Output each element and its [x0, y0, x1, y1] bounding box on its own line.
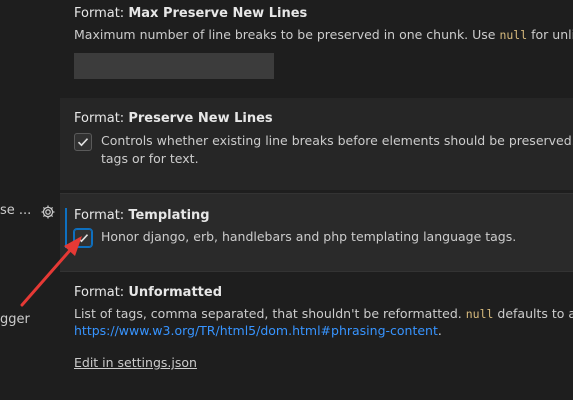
description-text: for unlimited.	[531, 27, 573, 42]
setting-unformatted: Format: Unformatted List of tags, comma …	[60, 272, 573, 400]
setting-title: Format: Preserve New Lines	[74, 111, 273, 126]
setting-description: Controls whether existing line breaks be…	[101, 133, 573, 148]
setting-preserve-new-lines: Format: Preserve New Lines Controls whet…	[60, 98, 573, 190]
link-suffix: .	[437, 323, 442, 338]
setting-name: Preserve New Lines	[128, 111, 273, 126]
setting-category: Format:	[74, 6, 129, 21]
setting-title: Format: Templating	[74, 208, 210, 223]
setting-category: Format:	[74, 285, 129, 300]
setting-description: Maximum number of line breaks to be pres…	[74, 26, 573, 44]
description-text: defaults to all tags l	[497, 306, 573, 321]
setting-name: Templating	[128, 208, 210, 223]
link-text[interactable]: https://www.w3.org/TR/html5/dom.html#phr…	[74, 323, 438, 338]
check-icon	[77, 234, 89, 243]
preserve-new-lines-checkbox[interactable]	[74, 133, 92, 151]
edit-in-settings-json-link[interactable]: Edit in settings.json	[74, 355, 197, 370]
focus-indicator	[65, 208, 67, 248]
setting-name: Unformatted	[128, 285, 223, 300]
setting-category: Format:	[74, 111, 129, 126]
setting-description: Honor django, erb, handlebars and php te…	[101, 229, 517, 244]
inline-code: null	[499, 28, 528, 42]
setting-templating: Format: Templating Honor django, erb, ha…	[60, 193, 573, 272]
gear-icon[interactable]	[40, 204, 56, 220]
left-panel-item[interactable]: gger	[0, 312, 30, 327]
check-icon	[77, 138, 89, 147]
left-panel	[0, 0, 60, 400]
max-preserve-new-lines-input[interactable]	[74, 53, 274, 79]
setting-name: Max Preserve New Lines	[128, 6, 308, 21]
templating-checkbox[interactable]	[73, 228, 93, 248]
setting-description: List of tags, comma separated, that shou…	[74, 305, 573, 323]
setting-description: tags or for text.	[101, 151, 199, 166]
left-panel-item[interactable]: se ...	[0, 203, 31, 218]
settings-editor: se ... gger Format: Max Preserve New Lin…	[0, 0, 573, 400]
phrasing-content-link[interactable]: https://www.w3.org/TR/html5/dom.html#phr…	[74, 323, 442, 338]
setting-category: Format:	[74, 208, 129, 223]
setting-title: Format: Unformatted	[74, 285, 222, 300]
inline-code: null	[465, 307, 494, 321]
setting-max-preserve-new-lines: Format: Max Preserve New Lines Maximum n…	[60, 0, 573, 96]
setting-title: Format: Max Preserve New Lines	[74, 6, 307, 21]
description-text: List of tags, comma separated, that shou…	[74, 306, 466, 321]
description-text: Maximum number of line breaks to be pres…	[74, 27, 500, 42]
